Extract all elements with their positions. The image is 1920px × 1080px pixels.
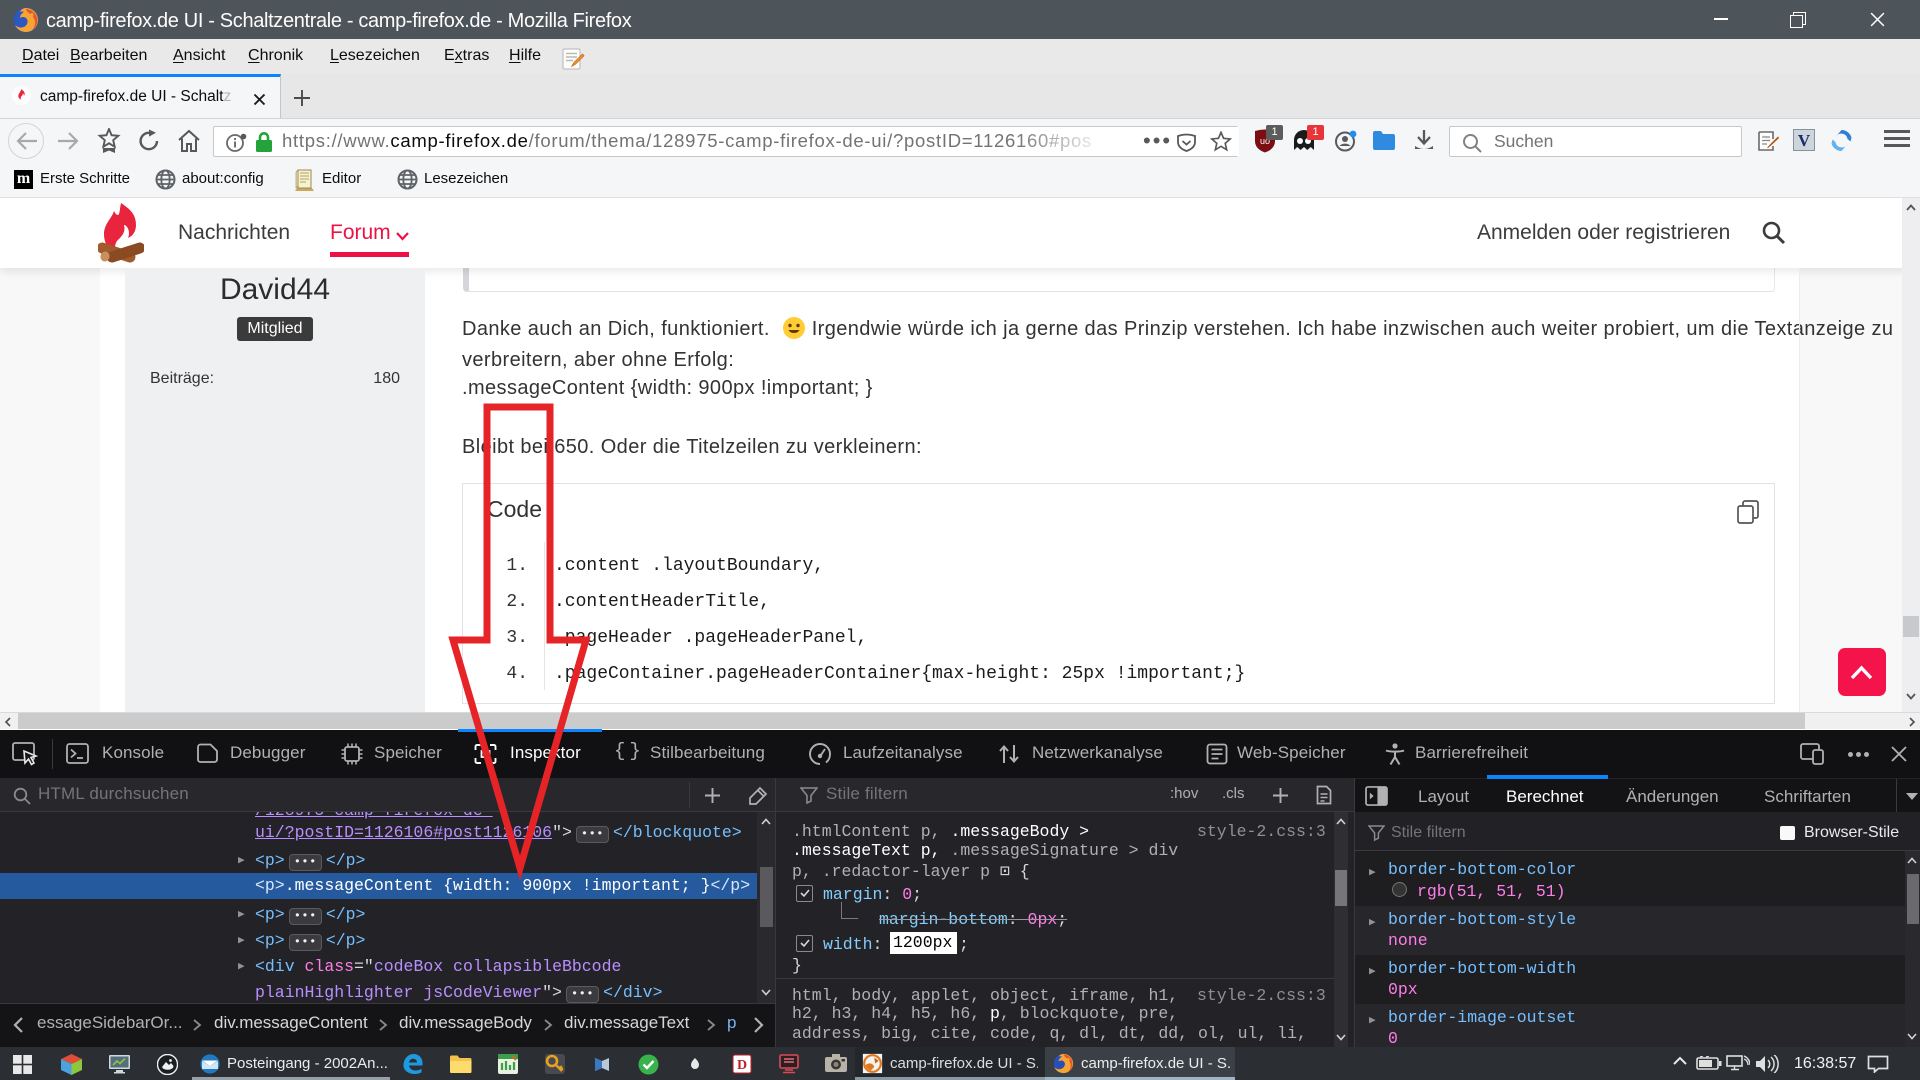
svg-text:D: D [737,1058,747,1073]
